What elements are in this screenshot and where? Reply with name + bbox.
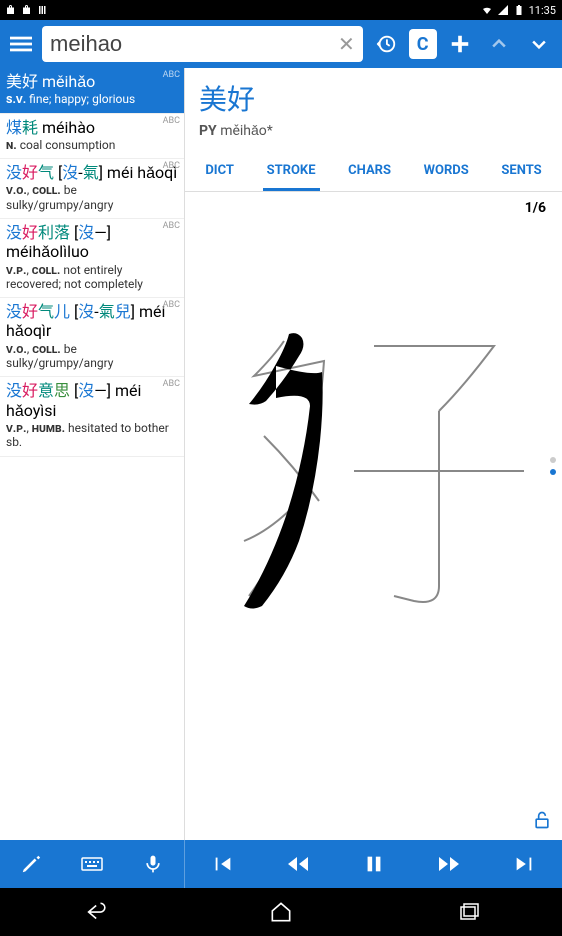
playbar — [0, 840, 562, 888]
signal-icon — [497, 4, 509, 16]
pinyin-line: PY měihǎo* — [199, 122, 548, 139]
rewind-button[interactable] — [260, 840, 335, 888]
entry-headword: 没好气儿 [沒-氣兒] méi hǎoqìr — [6, 302, 178, 340]
entry-definition: v.p., coll. not entirely recovered; not … — [6, 263, 178, 292]
prev-button[interactable] — [482, 26, 516, 62]
dict-tag: ABC — [163, 379, 180, 389]
entry-definition: v.p., humb. hesitated to bother sb. — [6, 421, 178, 450]
back-button[interactable] — [76, 894, 112, 930]
dict-tag: ABC — [163, 300, 180, 310]
tab-stroke[interactable]: STROKE — [263, 153, 320, 191]
result-entry[interactable]: ABC 没好利落 [沒—] méihǎolìluo v.p., coll. no… — [0, 219, 184, 298]
recent-button[interactable] — [450, 894, 486, 930]
keyboard-button[interactable] — [61, 840, 122, 888]
history-button[interactable] — [369, 26, 403, 62]
dict-tag: ABC — [163, 161, 180, 171]
skip-fwd-button[interactable] — [487, 840, 562, 888]
stroke-area[interactable] — [185, 216, 562, 716]
entry-definition: v.o., coll. be sulky/grumpy/angry — [6, 342, 178, 371]
entry-headword: 没好气 [沒-氣] méi hǎoqì — [6, 163, 178, 182]
result-entry[interactable]: ABC 没好气儿 [沒-氣兒] méi hǎoqìr v.o., coll. b… — [0, 298, 184, 377]
status-time: 11:35 — [529, 4, 556, 17]
card-button[interactable]: C — [409, 29, 437, 59]
skip-back-button[interactable] — [185, 840, 260, 888]
tab-sents[interactable]: SENTS — [497, 153, 545, 191]
dict-tag: ABC — [163, 221, 180, 231]
pause-button[interactable] — [336, 840, 411, 888]
detail-panel: 美好 PY měihǎo* DICTSTROKECHARSWORDSSENTS … — [184, 68, 562, 840]
clear-button[interactable]: ✕ — [338, 32, 355, 56]
tab-words[interactable]: WORDS — [420, 153, 473, 191]
android-navbar — [0, 888, 562, 936]
dot — [550, 457, 556, 463]
detail-tabs: DICT STROKE CHARS WORDS SENTS — [185, 153, 562, 192]
entry-definition: n. coal consumption — [6, 138, 178, 152]
bag-icon — [6, 4, 18, 16]
result-entry[interactable]: ABC 美好 měihǎo s.v. fine; happy; glorious — [0, 68, 184, 114]
stroke-character — [214, 306, 534, 626]
stroke-counter: 1/6 — [185, 192, 562, 216]
entry-headword: 没好利落 [沒—] méihǎolìluo — [6, 223, 178, 261]
lock-button[interactable] — [532, 810, 552, 834]
menu-button[interactable] — [6, 28, 36, 60]
headword: 美好 — [199, 78, 548, 118]
entry-headword: 煤耗 méihào — [6, 118, 178, 137]
add-button[interactable] — [443, 26, 477, 62]
page-dots — [550, 457, 556, 475]
tab-chars[interactable]: CHARS — [344, 153, 395, 191]
tab-dict[interactable]: DICT — [201, 153, 238, 191]
forward-button[interactable] — [411, 840, 486, 888]
dot-active — [550, 469, 556, 475]
entry-definition: v.o., coll. be sulky/grumpy/angry — [6, 183, 178, 212]
result-entry[interactable]: ABC 煤耗 méihào n. coal consumption — [0, 114, 184, 160]
search-box: ✕ — [42, 26, 363, 62]
dict-tag: ABC — [163, 116, 180, 126]
entry-headword: 美好 měihǎo — [6, 72, 178, 91]
bag-icon — [22, 4, 34, 16]
results-sidebar: ABC 美好 měihǎo s.v. fine; happy; glorious… — [0, 68, 184, 840]
voice-button[interactable] — [123, 840, 184, 888]
dict-tag: ABC — [163, 70, 180, 80]
home-button[interactable] — [263, 894, 299, 930]
search-input[interactable] — [50, 31, 338, 57]
bars-icon — [38, 4, 50, 16]
entry-headword: 没好意思 [沒—] méi hǎoyìsi — [6, 381, 178, 419]
battery-icon — [513, 4, 525, 16]
next-button[interactable] — [522, 26, 556, 62]
wifi-icon — [481, 4, 493, 16]
status-bar: 11:35 — [0, 0, 562, 20]
entry-definition: s.v. fine; happy; glorious — [6, 92, 178, 106]
draw-button[interactable] — [0, 840, 61, 888]
result-entry[interactable]: ABC 没好意思 [沒—] méi hǎoyìsi v.p., humb. he… — [0, 377, 184, 456]
result-entry[interactable]: ABC 没好气 [沒-氣] méi hǎoqì v.o., coll. be s… — [0, 159, 184, 219]
toolbar: ✕ C — [0, 20, 562, 68]
